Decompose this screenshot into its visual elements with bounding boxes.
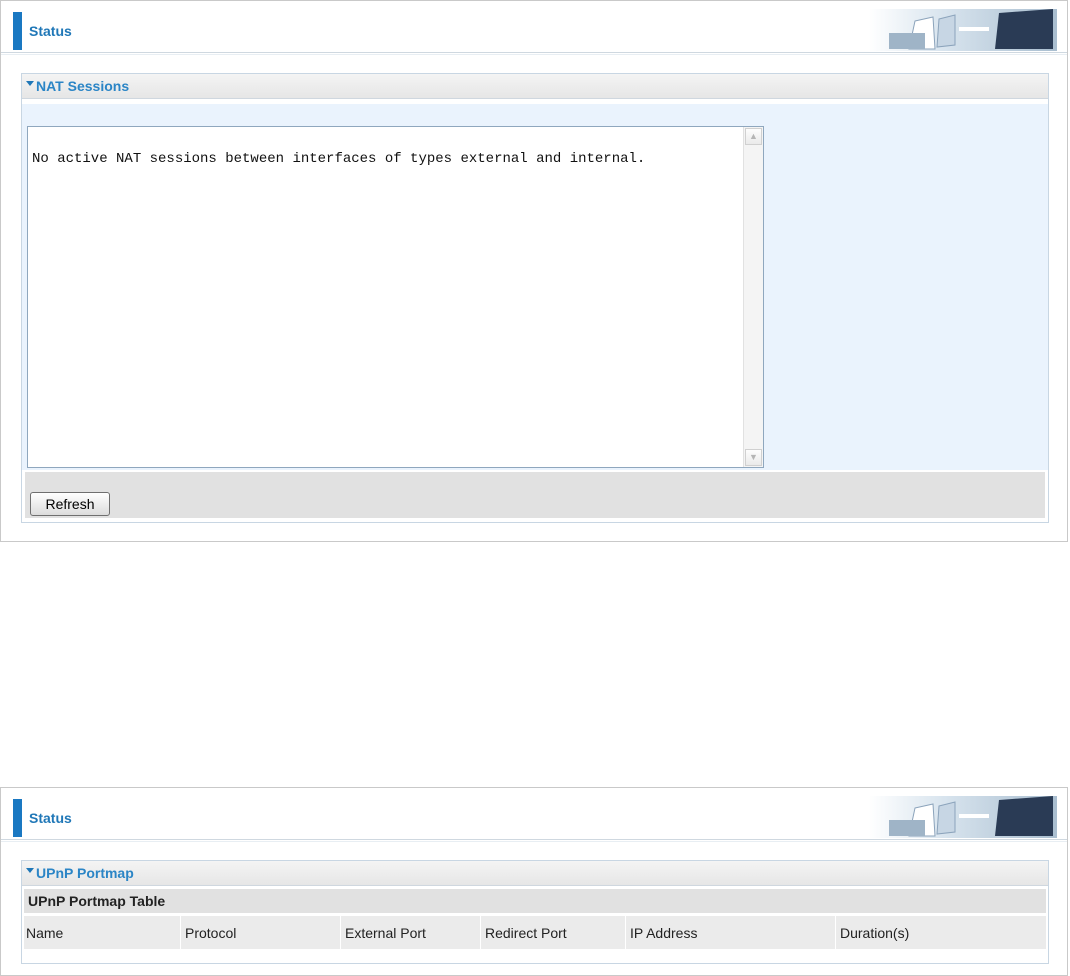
page-title: Status (29, 23, 72, 39)
vertical-scrollbar[interactable]: ▲ ▼ (743, 127, 763, 467)
nat-sessions-textarea[interactable]: No active NAT sessions between interface… (27, 126, 764, 468)
column-header-name: Name (26, 925, 64, 941)
nat-sessions-body: No active NAT sessions between interface… (22, 104, 1048, 470)
column-header-protocol: Protocol (185, 925, 237, 941)
section-header[interactable]: UPnP Portmap (22, 861, 1048, 886)
column-divider (180, 916, 181, 949)
status-accent-bar (13, 12, 22, 50)
portmap-table-header-row: Name Protocol External Port Redirect Por… (24, 916, 1046, 949)
column-divider (340, 916, 341, 949)
column-divider (625, 916, 626, 949)
scroll-down-arrow-icon[interactable]: ▼ (745, 449, 762, 466)
triangle-down-icon[interactable] (26, 868, 34, 873)
scroll-up-arrow-icon[interactable]: ▲ (745, 128, 762, 145)
column-divider (480, 916, 481, 949)
column-divider (835, 916, 836, 949)
status-accent-bar (13, 799, 22, 837)
status-panel-upnp: Status UPnP Portmap UPnP Portmap Table N… (0, 787, 1068, 976)
refresh-button[interactable]: Refresh (30, 492, 110, 516)
status-header: Status (1, 1, 1067, 55)
portmap-table-title-row: UPnP Portmap Table (24, 889, 1046, 913)
status-panel-nat: Status NAT Sessions No active NAT sessio… (0, 0, 1068, 542)
button-bar: Refresh (25, 472, 1045, 518)
page-title: Status (29, 810, 72, 826)
header-divider (1, 52, 1067, 55)
office-chairs-banner-icon (869, 796, 1057, 838)
portmap-table-title: UPnP Portmap Table (28, 893, 166, 909)
section-header[interactable]: NAT Sessions (22, 74, 1048, 99)
nat-sessions-text: No active NAT sessions between interface… (32, 151, 646, 167)
section-title: NAT Sessions (36, 78, 130, 94)
column-header-redirect-port: Redirect Port (485, 925, 567, 941)
triangle-down-icon[interactable] (26, 81, 34, 86)
column-header-duration: Duration(s) (840, 925, 910, 941)
section-title: UPnP Portmap (36, 865, 134, 881)
status-header: Status (1, 788, 1067, 842)
nat-sessions-section: NAT Sessions No active NAT sessions betw… (21, 73, 1049, 523)
column-header-external-port: External Port (345, 925, 426, 941)
upnp-portmap-section: UPnP Portmap UPnP Portmap Table Name Pro… (21, 860, 1049, 964)
header-divider (1, 839, 1067, 842)
office-chairs-banner-icon (869, 9, 1057, 51)
column-header-ip-address: IP Address (630, 925, 698, 941)
